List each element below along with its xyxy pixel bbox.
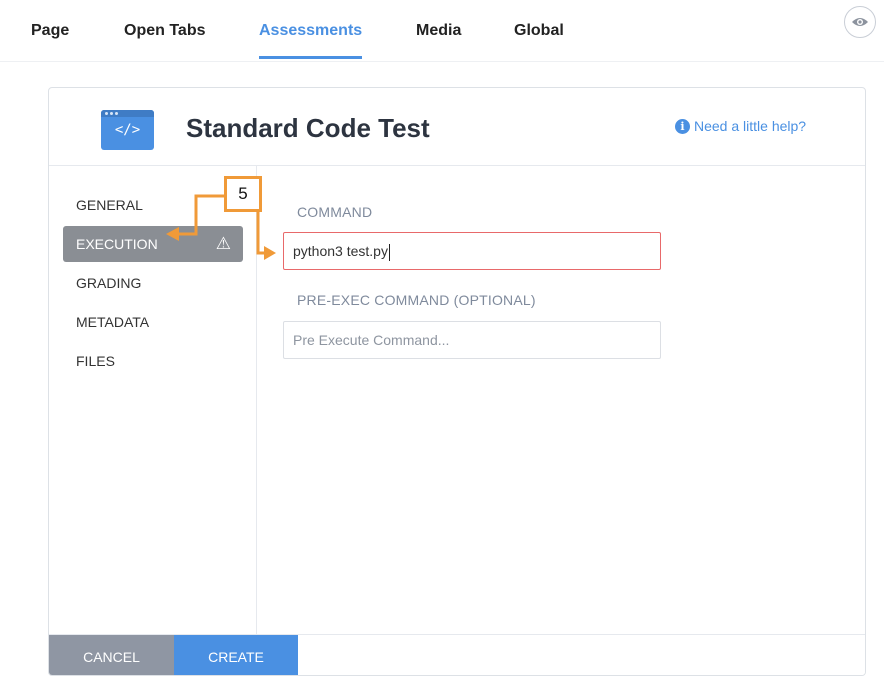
sidebar-item-label: FILES xyxy=(76,353,115,369)
command-label: COMMAND xyxy=(297,204,373,220)
sidebar-item-label: METADATA xyxy=(76,314,150,330)
eye-icon xyxy=(852,18,868,26)
sidebar-item-grading[interactable]: GRADING xyxy=(63,265,243,301)
annotation-step-badge: 5 xyxy=(224,176,262,212)
help-link-label: Need a little help? xyxy=(694,118,807,134)
execution-panel: COMMAND python3 test.py PRE-EXEC COMMAND… xyxy=(257,166,865,634)
dialog-footer: CANCEL CREATE xyxy=(49,634,865,675)
pre-exec-input[interactable]: Pre Execute Command... xyxy=(283,321,661,359)
top-tab-bar: Page Open Tabs Assessments Media Global xyxy=(0,0,884,62)
info-icon: i xyxy=(675,118,690,134)
sidebar-item-general[interactable]: GENERAL xyxy=(63,187,243,223)
warning-icon: ⚠ xyxy=(215,234,231,253)
sidebar-item-metadata[interactable]: METADATA xyxy=(63,304,243,340)
create-button[interactable]: CREATE xyxy=(174,635,298,675)
pre-exec-placeholder: Pre Execute Command... xyxy=(293,332,450,348)
cancel-button[interactable]: CANCEL xyxy=(49,635,174,675)
tab-page[interactable]: Page xyxy=(31,22,69,60)
tab-open-tabs[interactable]: Open Tabs xyxy=(124,22,206,60)
code-window-icon: </> xyxy=(101,110,154,150)
dialog-title: Standard Code Test xyxy=(186,113,430,143)
sidebar-item-label: GENERAL xyxy=(76,197,143,213)
pre-exec-label: PRE-EXEC COMMAND (OPTIONAL) xyxy=(297,292,536,308)
text-caret xyxy=(388,243,390,261)
dialog-sidebar: GENERAL EXECUTION ⚠ GRADING METADATA FIL… xyxy=(49,166,257,634)
dialog-header: </> Standard Code Test i Need a little h… xyxy=(49,88,865,166)
preview-eye-button[interactable] xyxy=(844,6,876,38)
command-input[interactable]: python3 test.py xyxy=(283,232,661,270)
sidebar-item-files[interactable]: FILES xyxy=(63,343,243,379)
sidebar-item-label: EXECUTION xyxy=(76,236,158,252)
sidebar-item-label: GRADING xyxy=(76,275,142,291)
assessment-dialog: </> Standard Code Test i Need a little h… xyxy=(48,87,866,676)
sidebar-item-execution[interactable]: EXECUTION ⚠ xyxy=(63,226,243,262)
tab-media[interactable]: Media xyxy=(416,22,461,60)
tab-global[interactable]: Global xyxy=(514,22,564,60)
command-input-value: python3 test.py xyxy=(293,243,388,259)
code-glyph: </> xyxy=(114,122,141,138)
tab-assessments[interactable]: Assessments xyxy=(259,22,363,60)
help-link[interactable]: i Need a little help? xyxy=(675,118,806,134)
